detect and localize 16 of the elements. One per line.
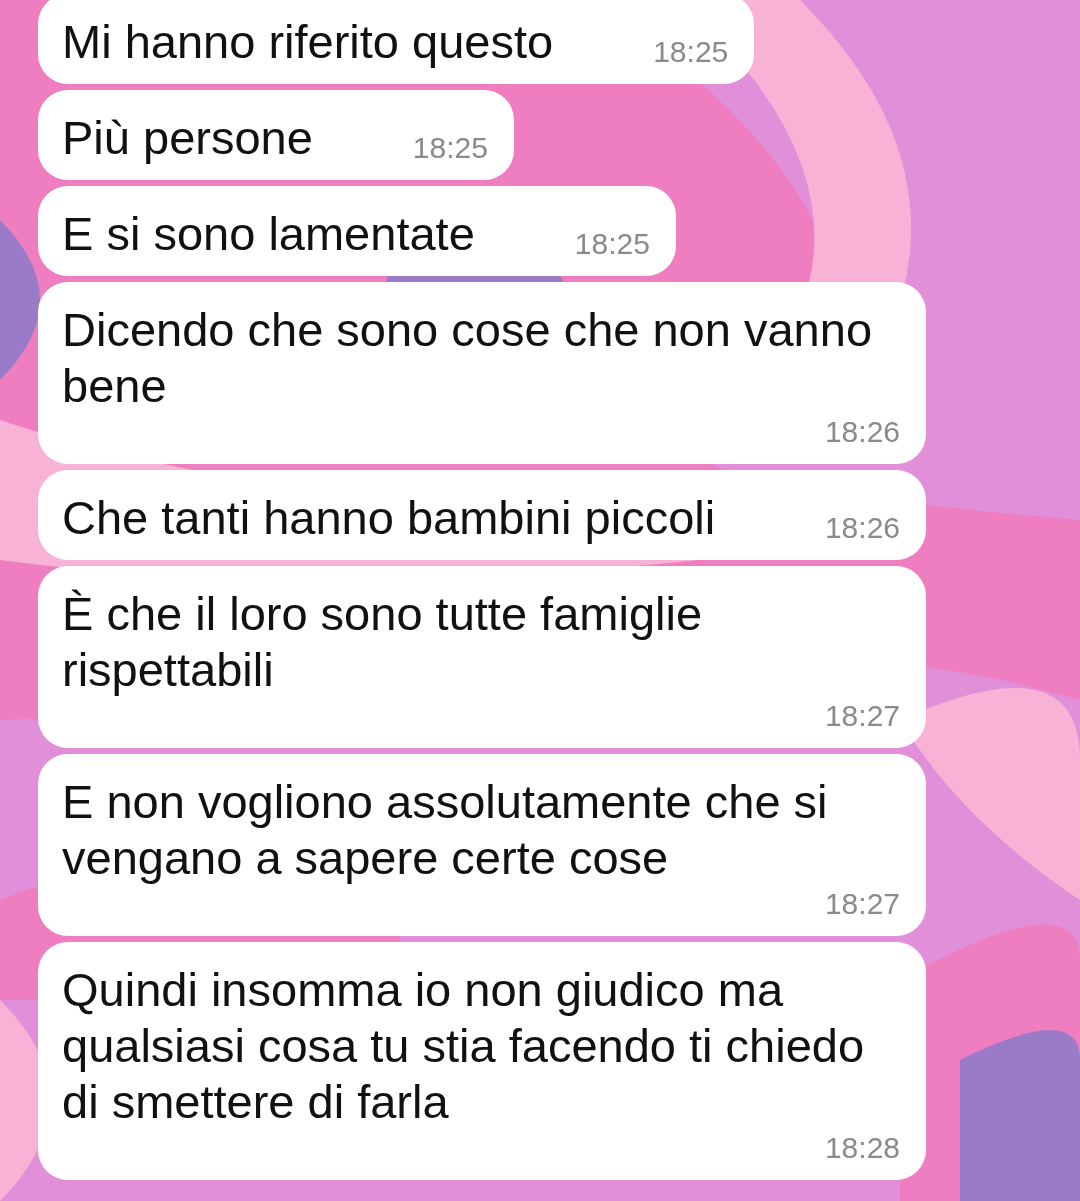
message-time: 18:27 [823,886,900,922]
message-time: 18:25 [411,130,488,166]
message-text: E si sono lamentate [62,206,475,262]
message-time: 18:28 [823,1130,900,1166]
message-time: 18:26 [823,414,900,450]
message-time: 18:27 [823,698,900,734]
message-time: 18:25 [573,226,650,262]
message-text: Dicendo che sono cose che non vanno bene [62,302,873,414]
message-text: Quindi insomma io non giudico ma qualsiasi cosa tu stia facendo ti chiedo di smettere di farla [62,962,866,1130]
message-text: Più persone [62,110,313,166]
message-time: 18:25 [652,34,729,70]
message-text: Che tanti hanno bambini piccoli [62,490,716,546]
message-text: È che il loro sono tutte famiglie rispettabili [62,586,704,698]
message-text: E non vogliono assolutamente che si vengano a sapere certe cose [62,774,829,886]
message-text: Mi hanno riferito questo [62,14,554,70]
message-time: 18:26 [823,510,900,546]
